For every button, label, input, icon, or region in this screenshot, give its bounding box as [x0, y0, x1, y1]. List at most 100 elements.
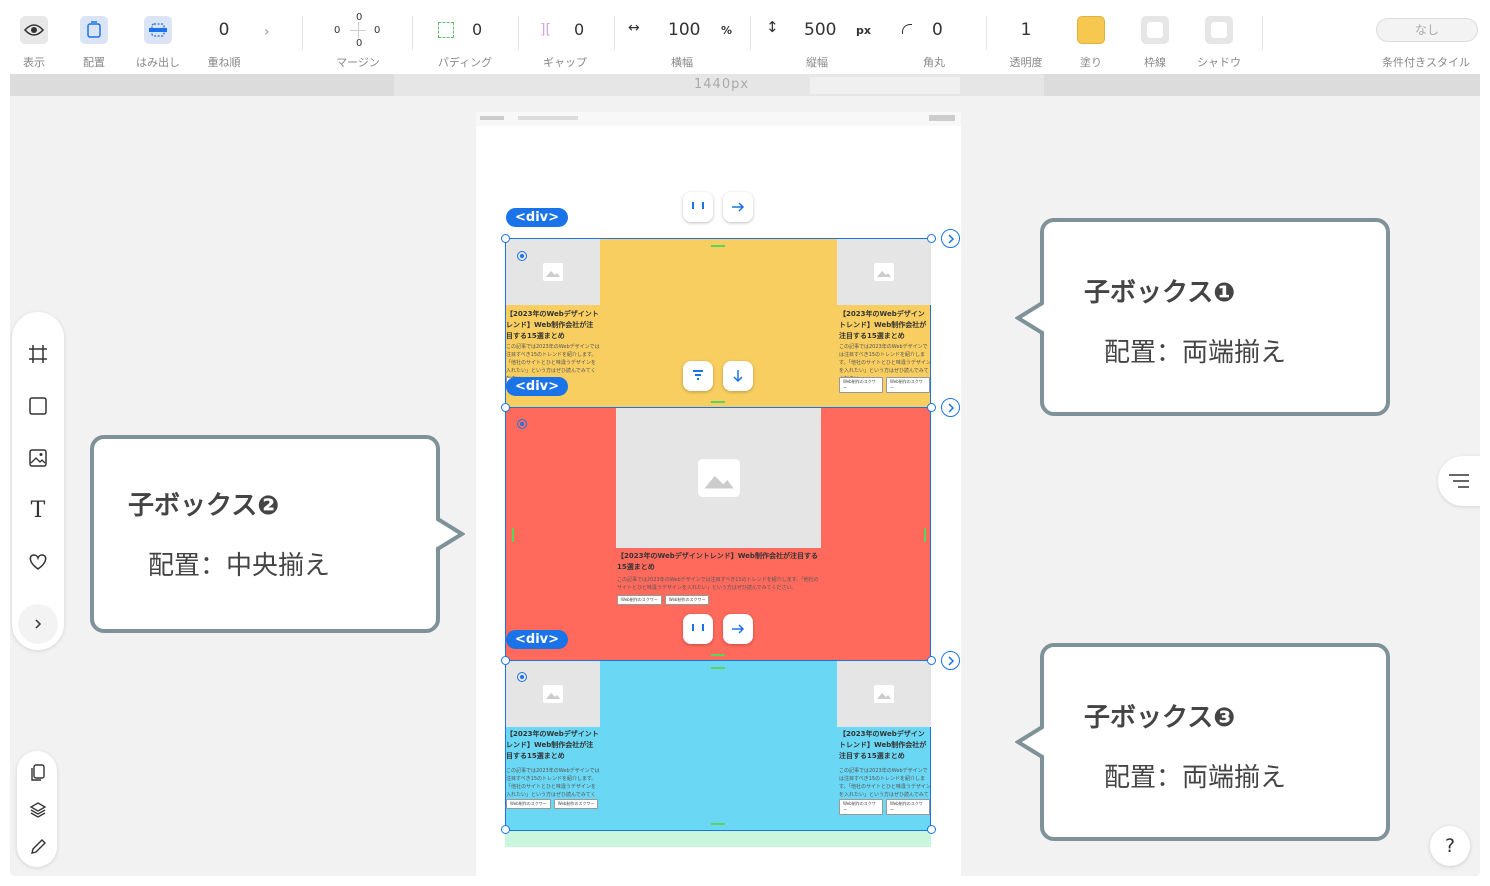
width-label: 横幅: [671, 56, 693, 69]
resize-handle[interactable]: [501, 403, 510, 412]
expand-box-1-button[interactable]: [941, 229, 960, 248]
resize-handle[interactable]: [927, 825, 936, 834]
gap-control[interactable]: ][ 0 ギャップ: [530, 10, 600, 74]
child-box-2[interactable]: 【2023年のWebデザイントレンド】Web制作会社が注目する15選まとめ この…: [505, 407, 931, 661]
padding-label: パディング: [437, 56, 493, 69]
overflow-control[interactable]: はみ出し: [132, 10, 184, 74]
padding-value[interactable]: 0: [472, 20, 482, 39]
conditional-style-button[interactable]: なし: [1376, 18, 1478, 42]
text-icon[interactable]: T: [26, 498, 50, 523]
height-label: 縦幅: [806, 56, 828, 69]
fill-swatch[interactable]: [1077, 16, 1105, 44]
image-icon[interactable]: [26, 446, 50, 470]
shadow-control[interactable]: シャドウ: [1190, 10, 1248, 74]
resize-handle[interactable]: [501, 825, 510, 834]
horizontal-arrow-icon: ↔: [628, 20, 640, 36]
child-box-1[interactable]: 【2023年のWebデザイントレンド】Web制作会社が注目する15選まとめ この…: [505, 238, 931, 408]
child-box-3[interactable]: 【2023年のWebデザイントレンド】Web制作会社が注目する15選まとめ この…: [505, 660, 931, 831]
resize-handle[interactable]: [927, 234, 936, 243]
height-value[interactable]: 500: [804, 20, 836, 40]
direction-button[interactable]: [723, 361, 753, 391]
border-control[interactable]: 枠線: [1132, 10, 1178, 74]
width-unit[interactable]: %: [721, 24, 732, 37]
div-tag-box-2[interactable]: <div>: [506, 630, 569, 649]
margin-top[interactable]: 0: [356, 12, 362, 23]
ruler-breakpoint: [810, 77, 960, 94]
zindex-control[interactable]: 0 重ね順: [200, 10, 248, 74]
target-icon[interactable]: [517, 251, 527, 261]
direction-button[interactable]: [723, 192, 753, 222]
resize-handle[interactable]: [927, 403, 936, 412]
display-control[interactable]: 表示: [10, 10, 58, 74]
card-tag: Web制作のスクワー: [839, 377, 883, 393]
direction-button[interactable]: [723, 614, 753, 644]
pencil-icon[interactable]: [26, 835, 50, 859]
target-icon[interactable]: [517, 419, 527, 429]
align-control[interactable]: 配置: [72, 10, 116, 74]
div-tag-box-1[interactable]: <div>: [506, 377, 569, 396]
chevron-right-icon: [947, 402, 954, 413]
help-button[interactable]: ?: [1430, 826, 1470, 866]
expand-box-2-button[interactable]: [941, 398, 960, 417]
card-image: [506, 239, 600, 305]
height-control[interactable]: ↕ 500 px 縦幅: [758, 10, 876, 74]
width-control[interactable]: ↔ 100 % 横幅: [622, 10, 742, 74]
gap-icon: ][: [540, 22, 551, 38]
callout-title: 子ボックス❶: [1084, 278, 1236, 308]
resize-handle[interactable]: [501, 656, 510, 665]
fill-control[interactable]: 塗り: [1068, 10, 1114, 74]
gap-label: ギャップ: [543, 56, 587, 69]
expand-box-3-button[interactable]: [941, 651, 960, 670]
padding-control[interactable]: 0 パディング: [428, 10, 502, 74]
layers-icon[interactable]: [26, 798, 50, 822]
shadow-swatch[interactable]: [1205, 16, 1233, 44]
margin-left[interactable]: 0: [334, 25, 340, 36]
frame-icon[interactable]: [26, 342, 50, 366]
align-label: 配置: [83, 56, 105, 69]
chevron-right-icon: [947, 655, 954, 666]
callout-title: 子ボックス❷: [128, 491, 280, 521]
border-label: 枠線: [1144, 56, 1166, 69]
card-tags: Web制作のスクワー Web制作のスクワー: [617, 595, 710, 605]
shadow-label: シャドウ: [1197, 56, 1241, 69]
target-icon[interactable]: [517, 672, 527, 682]
card-tag: Web制作のスクワー: [839, 799, 883, 815]
card-title: 【2023年のWebデザイントレンド】Web制作会社が注目する15選まとめ: [506, 730, 599, 760]
radius-control[interactable]: 0 角丸: [896, 10, 972, 74]
app-window: 表示 配置 はみ出し 0 重ね順 › 0 0 0 0 マージン 0 パディング …: [10, 10, 1480, 876]
conditional-style-control[interactable]: なし 条件付きスタイル: [1372, 10, 1480, 74]
opacity-value[interactable]: 1: [1000, 20, 1052, 40]
margin-bottom[interactable]: 0: [356, 38, 362, 49]
resize-handle[interactable]: [501, 234, 510, 243]
align-mode-button[interactable]: [683, 614, 713, 644]
copy-icon[interactable]: [26, 761, 50, 785]
arrow-down-icon: [733, 370, 743, 383]
right-panel-toggle[interactable]: [1438, 456, 1480, 506]
padding-icon: [438, 22, 454, 38]
chevron-right-icon[interactable]: ›: [264, 24, 270, 40]
card-tag: Web制作のスクワー: [886, 377, 930, 393]
margin-right[interactable]: 0: [374, 25, 380, 36]
image-icon: [697, 459, 740, 497]
align-mode-button[interactable]: [683, 192, 713, 222]
border-swatch[interactable]: [1141, 16, 1169, 44]
radius-value[interactable]: 0: [932, 20, 943, 40]
expand-button[interactable]: [18, 604, 58, 644]
align-mode-button[interactable]: [683, 361, 713, 391]
zindex-value[interactable]: 0: [200, 20, 248, 40]
callout-box-2: 子ボックス❷ 配置：中央揃え: [90, 435, 440, 633]
heart-icon[interactable]: [26, 550, 50, 574]
gap-value[interactable]: 0: [574, 20, 584, 39]
image-icon: [874, 685, 894, 703]
card-image: [837, 239, 931, 305]
div-tag-parent[interactable]: <div>: [506, 208, 569, 227]
width-value[interactable]: 100: [668, 20, 700, 40]
card-tag: Web制作のスクワー: [886, 799, 930, 815]
margin-control[interactable]: 0 0 0 0 マージン: [310, 10, 406, 74]
opacity-label: 透明度: [1009, 56, 1043, 69]
rectangle-icon[interactable]: [26, 394, 50, 418]
opacity-control[interactable]: 1 透明度: [1000, 10, 1052, 74]
resize-handle[interactable]: [927, 656, 936, 665]
height-unit[interactable]: px: [856, 24, 871, 37]
callout-subtitle: 配置：中央揃え: [148, 551, 331, 581]
